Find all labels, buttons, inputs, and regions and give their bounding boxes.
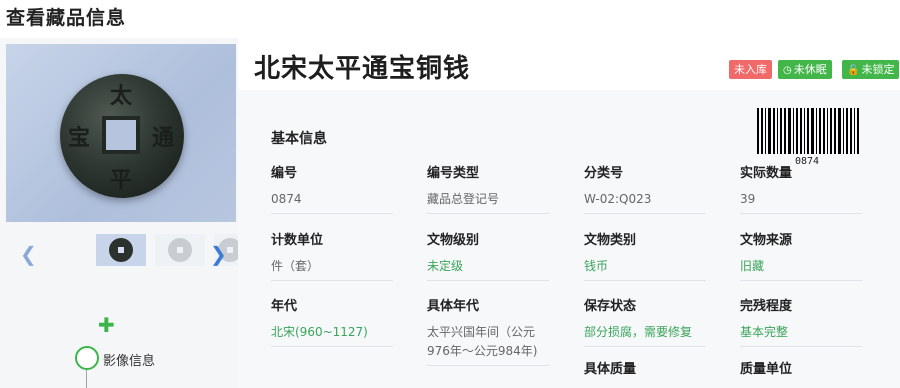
field-label: 文物来源 [740, 233, 793, 248]
clock-icon: ◷ [783, 65, 792, 76]
field-value: 0874 [271, 190, 393, 214]
field-specific-mass: 具体质量 [584, 358, 706, 378]
section-title: 基本信息 [271, 131, 327, 147]
image-gallery: 太 平 通 宝 ❮ ❯ ✚ 影像信息 [0, 38, 238, 388]
coin-thumbnail-icon [168, 238, 192, 262]
field-specific-era: 具体年代 太平兴国年间（公元976年～公元984年) [427, 295, 549, 366]
field-label: 编号类型 [427, 166, 480, 181]
field-value: 北宋(960~1127) [271, 323, 393, 347]
field-value: 钱币 [584, 257, 706, 281]
field-label: 质量单位 [740, 362, 793, 377]
field-class-number: 分类号 W-02:Q023 [584, 162, 706, 214]
status-badge-not-in-storage: 未入库 [729, 60, 772, 79]
field-value: W-02:Q023 [584, 190, 706, 214]
field-label: 分类号 [584, 166, 624, 181]
field-value: 旧藏 [740, 257, 862, 281]
add-icon[interactable]: ✚ [98, 313, 115, 337]
field-label: 文物类别 [584, 233, 637, 248]
status-badge-not-dormant: ◷ 未休眠 [778, 60, 832, 79]
field-label: 编号 [271, 166, 298, 181]
chevron-right-icon[interactable]: ❯ [210, 242, 227, 266]
field-value: 39 [740, 190, 862, 214]
field-label: 保存状态 [584, 299, 637, 314]
field-relic-level: 文物级别 未定级 [427, 229, 549, 281]
field-preservation-state: 保存状态 部分损腐，需要修复 [584, 295, 706, 347]
coin-char-right: 通 [152, 125, 175, 151]
thumbnail-coin-back[interactable] [155, 234, 205, 266]
coin-square-hole [102, 116, 140, 154]
chevron-left-icon[interactable]: ❮ [20, 242, 37, 266]
field-value: 部分损腐，需要修复 [584, 323, 706, 347]
timeline-label-image-info[interactable]: 影像信息 [103, 350, 155, 369]
field-value: 基本完整 [740, 323, 862, 347]
field-id: 编号 0874 [271, 162, 393, 214]
page-title: 查看藏品信息 [6, 7, 127, 29]
badge-label: 未休眠 [793, 63, 827, 76]
coin-thumbnail-icon [109, 238, 133, 262]
field-label: 计数单位 [271, 233, 324, 248]
basic-info-section: 基本信息 0874 编号 0874 编号类型 藏品总登记号 分类号 W-02:Q… [238, 90, 900, 388]
field-mass-unit: 质量单位 [740, 358, 862, 378]
coin-char-top: 太 [110, 83, 133, 109]
field-label: 具体质量 [584, 362, 637, 377]
field-count-unit: 计数单位 件（套） [271, 229, 393, 281]
field-relic-source: 文物来源 旧藏 [740, 229, 862, 281]
badge-label: 未锁定 [861, 63, 895, 76]
field-era: 年代 北宋(960~1127) [271, 295, 393, 347]
field-label: 完残程度 [740, 299, 793, 314]
timeline-dot[interactable] [75, 346, 99, 370]
relic-detail-panel: 北宋太平通宝铜钱 未入库 ◷ 未休眠 🔓 未锁定 基本信息 0874 编号 0874… [238, 38, 900, 388]
unlock-icon: 🔓 [847, 65, 860, 76]
coin-image: 太 平 通 宝 [60, 74, 184, 198]
field-completeness: 完残程度 基本完整 [740, 295, 862, 347]
field-id-type: 编号类型 藏品总登记号 [427, 162, 549, 214]
field-relic-category: 文物类别 钱币 [584, 229, 706, 281]
coin-char-bottom: 平 [110, 167, 133, 193]
field-value: 件（套） [271, 257, 393, 281]
coin-char-left: 宝 [68, 125, 91, 151]
field-value: 藏品总登记号 [427, 190, 549, 214]
badge-label: 未入库 [734, 63, 767, 76]
field-value: 太平兴国年间（公元976年～公元984年) [427, 323, 549, 366]
title-band: 北宋太平通宝铜钱 未入库 ◷ 未休眠 🔓 未锁定 [238, 38, 900, 90]
relic-title: 北宋太平通宝铜钱 [254, 54, 471, 84]
timeline-line [86, 370, 87, 388]
field-value: 未定级 [427, 257, 549, 281]
field-label: 文物级别 [427, 233, 480, 248]
field-label: 实际数量 [740, 166, 793, 181]
field-label: 具体年代 [427, 299, 480, 314]
status-badge-not-locked: 🔓 未锁定 [842, 60, 900, 79]
field-actual-quantity: 实际数量 39 [740, 162, 862, 214]
thumbnail-coin-front[interactable] [96, 234, 146, 266]
field-label: 年代 [271, 299, 298, 314]
main-relic-image[interactable]: 太 平 通 宝 [6, 44, 236, 222]
barcode-image [757, 108, 861, 154]
